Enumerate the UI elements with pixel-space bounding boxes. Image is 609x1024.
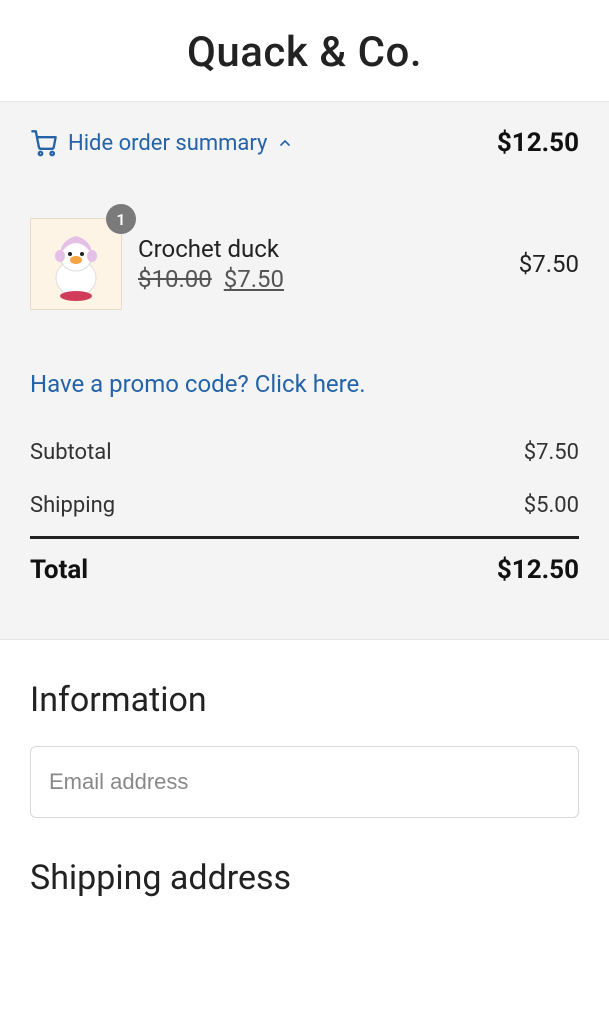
shipping-row: Shipping $5.00 [30,479,579,532]
item-qty-badge: 1 [106,204,136,234]
total-value: $12.50 [497,555,579,585]
line-item: 1 Crochet duck $10.00 $7.50 $7.50 [30,218,579,310]
shipping-value: $5.00 [524,493,579,518]
chevron-up-icon [277,135,293,151]
item-sale-price: $7.50 [224,265,284,293]
cart-icon [30,129,58,157]
item-details: Crochet duck $10.00 $7.50 [138,235,503,293]
promo-code-link[interactable]: Have a promo code? Click here. [30,370,579,398]
item-thumbnail [30,218,122,310]
totals: Subtotal $7.50 Shipping $5.00 Total $12.… [30,426,579,599]
subtotal-label: Subtotal [30,440,112,465]
information-heading: Information [30,680,579,720]
item-thumbnail-wrap: 1 [30,218,122,310]
subtotal-row: Subtotal $7.50 [30,426,579,479]
toggle-order-summary[interactable]: Hide order summary [30,129,293,157]
shipping-label: Shipping [30,493,115,518]
store-header: Quack & Co. [0,0,609,101]
total-label: Total [30,555,88,585]
summary-total-top: $12.50 [497,128,579,158]
item-name: Crochet duck [138,235,503,263]
shipping-address-heading: Shipping address [30,858,579,898]
toggle-label: Hide order summary [68,131,267,156]
item-original-price: $10.00 [138,265,212,293]
product-image-icon [41,226,111,302]
information-section: Information Shipping address [0,640,609,898]
item-prices: $10.00 $7.50 [138,265,503,293]
subtotal-value: $7.50 [524,440,579,465]
item-line-price: $7.50 [519,250,579,278]
order-summary: Hide order summary $12.50 [0,101,609,640]
total-row: Total $12.50 [30,539,579,599]
store-title: Quack & Co. [0,28,609,77]
email-field[interactable] [30,746,579,818]
summary-toggle-row: Hide order summary $12.50 [30,128,579,158]
